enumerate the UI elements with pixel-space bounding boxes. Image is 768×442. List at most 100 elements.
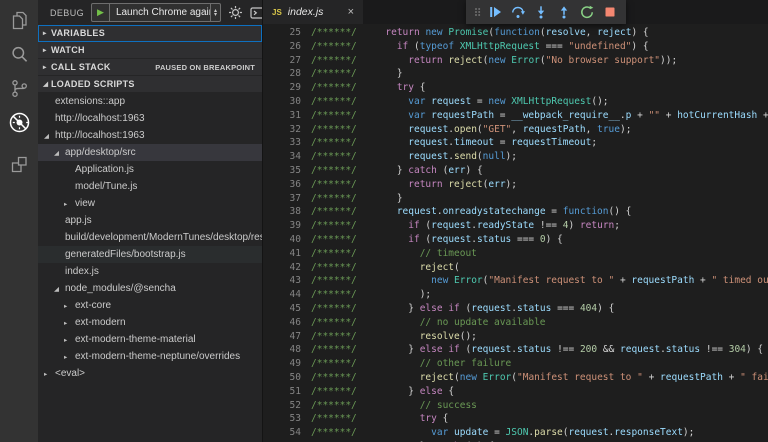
twistie-collapsed-icon[interactable]: ▸ <box>64 302 75 310</box>
step-out-button[interactable] <box>553 2 574 22</box>
tree-item[interactable]: Application.js <box>38 161 262 178</box>
tree-item[interactable]: ◢http://localhost:1963 <box>38 127 262 144</box>
line-number[interactable]: 28 <box>263 67 301 81</box>
line-number[interactable]: 25 <box>263 26 301 40</box>
code-line[interactable]: 42/******/ reject( <box>263 261 768 275</box>
line-number[interactable]: 29 <box>263 81 301 95</box>
search-icon[interactable] <box>0 37 38 71</box>
tree-item[interactable]: ◢node_modules/@sencha <box>38 280 262 297</box>
code-line[interactable]: 51/******/ } else { <box>263 385 768 399</box>
line-number[interactable]: 53 <box>263 412 301 426</box>
close-tab-icon[interactable]: × <box>348 7 354 18</box>
twistie-collapsed-icon[interactable]: ▸ <box>38 63 51 71</box>
line-number[interactable]: 47 <box>263 330 301 344</box>
section-loaded-scripts[interactable]: ◢ LOADED SCRIPTS <box>38 76 262 93</box>
source-control-icon[interactable] <box>0 71 38 105</box>
line-number[interactable]: 42 <box>263 261 301 275</box>
code-line[interactable]: 54/******/ var update = JSON.parse(reque… <box>263 426 768 440</box>
line-number[interactable]: 50 <box>263 371 301 385</box>
twistie-collapsed-icon[interactable]: ▸ <box>38 29 51 37</box>
launch-config-select[interactable]: Launch Chrome agains <box>110 4 210 21</box>
code-line[interactable]: 29/******/ try { <box>263 81 768 95</box>
step-over-button[interactable] <box>507 2 528 22</box>
tree-item[interactable]: ▸view <box>38 195 262 212</box>
code-line[interactable]: 45/******/ } else if (request.status ===… <box>263 302 768 316</box>
code-line[interactable]: 34/******/ request.send(null); <box>263 150 768 164</box>
restart-button[interactable] <box>576 2 597 22</box>
code-line[interactable]: 50/******/ reject(new Error("Manifest re… <box>263 371 768 385</box>
line-number[interactable]: 52 <box>263 399 301 413</box>
tree-item[interactable]: model/Tune.js <box>38 178 262 195</box>
code-line[interactable]: 36/******/ return reject(err); <box>263 178 768 192</box>
code-line[interactable]: 38/******/ request.onreadystatechange = … <box>263 205 768 219</box>
code-line[interactable]: 26/******/ if (typeof XMLHttpRequest ===… <box>263 40 768 54</box>
line-number[interactable]: 39 <box>263 219 301 233</box>
code-line[interactable]: 25/******/ return new Promise(function(r… <box>263 26 768 40</box>
twistie-collapsed-icon[interactable]: ▸ <box>64 319 75 327</box>
code-line[interactable]: 39/******/ if (request.readyState !== 4)… <box>263 219 768 233</box>
tree-item[interactable]: ▸ext-modern-theme-material <box>38 331 262 348</box>
debug-icon[interactable] <box>0 105 38 139</box>
code-line[interactable]: 40/******/ if (request.status === 0) { <box>263 233 768 247</box>
twistie-collapsed-icon[interactable]: ▸ <box>64 200 75 208</box>
code-line[interactable]: 27/******/ return reject(new Error("No b… <box>263 54 768 68</box>
line-number[interactable]: 41 <box>263 247 301 261</box>
code-line[interactable]: 30/******/ var request = new XMLHttpRequ… <box>263 95 768 109</box>
tree-item[interactable]: extensions::app <box>38 93 262 110</box>
line-number[interactable]: 40 <box>263 233 301 247</box>
code-line[interactable]: 46/******/ // no update available <box>263 316 768 330</box>
line-number[interactable]: 37 <box>263 192 301 206</box>
step-into-button[interactable] <box>530 2 551 22</box>
section-call-stack[interactable]: ▸ CALL STACK PAUSED ON BREAKPOINT <box>38 59 262 76</box>
twistie-collapsed-icon[interactable]: ▸ <box>64 336 75 344</box>
code-line[interactable]: 44/******/ ); <box>263 288 768 302</box>
code-editor[interactable]: 25/******/ return new Promise(function(r… <box>263 24 768 442</box>
tree-item[interactable]: index.js <box>38 263 262 280</box>
code-line[interactable]: 53/******/ try { <box>263 412 768 426</box>
code-line[interactable]: 47/******/ resolve(); <box>263 330 768 344</box>
tree-item[interactable]: generatedFiles/bootstrap.js <box>38 246 262 263</box>
extensions-icon[interactable] <box>0 147 38 181</box>
line-number[interactable]: 48 <box>263 343 301 357</box>
code-line[interactable]: 43/******/ new Error("Manifest request t… <box>263 274 768 288</box>
toolbar-drag-handle[interactable] <box>472 4 482 20</box>
explorer-icon[interactable] <box>0 3 38 37</box>
tree-item[interactable]: ▸ext-core <box>38 297 262 314</box>
line-number[interactable]: 31 <box>263 109 301 123</box>
line-number[interactable]: 32 <box>263 123 301 137</box>
tree-item[interactable]: ▸<eval> <box>38 365 262 382</box>
twistie-collapsed-icon[interactable]: ▸ <box>64 353 75 361</box>
code-line[interactable]: 37/******/ } <box>263 192 768 206</box>
line-number[interactable]: 49 <box>263 357 301 371</box>
tree-item[interactable]: app.js <box>38 212 262 229</box>
line-number[interactable]: 33 <box>263 136 301 150</box>
twistie-collapsed-icon[interactable]: ▸ <box>44 370 55 378</box>
tree-item[interactable]: build/development/ModernTunes/desktop/re… <box>38 229 262 246</box>
line-number[interactable]: 46 <box>263 316 301 330</box>
twistie-expanded-icon[interactable]: ◢ <box>54 149 65 157</box>
code-line[interactable]: 33/******/ request.timeout = requestTime… <box>263 136 768 150</box>
twistie-expanded-icon[interactable]: ◢ <box>38 80 51 88</box>
code-line[interactable]: 48/******/ } else if (request.status !==… <box>263 343 768 357</box>
line-number[interactable]: 45 <box>263 302 301 316</box>
line-number[interactable]: 44 <box>263 288 301 302</box>
section-variables[interactable]: ▸ VARIABLES <box>38 25 262 42</box>
tree-item[interactable]: ▸ext-modern-theme-neptune/overrides <box>38 348 262 365</box>
stop-button[interactable] <box>599 2 620 22</box>
line-number[interactable]: 30 <box>263 95 301 109</box>
continue-button[interactable] <box>484 2 505 22</box>
twistie-expanded-icon[interactable]: ◢ <box>44 132 55 140</box>
line-number[interactable]: 26 <box>263 40 301 54</box>
twistie-collapsed-icon[interactable]: ▸ <box>38 46 51 54</box>
line-number[interactable]: 34 <box>263 150 301 164</box>
section-watch[interactable]: ▸ WATCH <box>38 42 262 59</box>
start-debug-button[interactable]: ▶ <box>92 4 110 21</box>
code-line[interactable]: 35/******/ } catch (err) { <box>263 164 768 178</box>
line-number[interactable]: 43 <box>263 274 301 288</box>
debug-console-icon[interactable] <box>250 5 262 20</box>
code-line[interactable]: 32/******/ request.open("GET", requestPa… <box>263 123 768 137</box>
line-number[interactable]: 54 <box>263 426 301 440</box>
tree-item[interactable]: http://localhost:1963 <box>38 110 262 127</box>
twistie-expanded-icon[interactable]: ◢ <box>54 285 65 293</box>
code-line[interactable]: 28/******/ } <box>263 67 768 81</box>
